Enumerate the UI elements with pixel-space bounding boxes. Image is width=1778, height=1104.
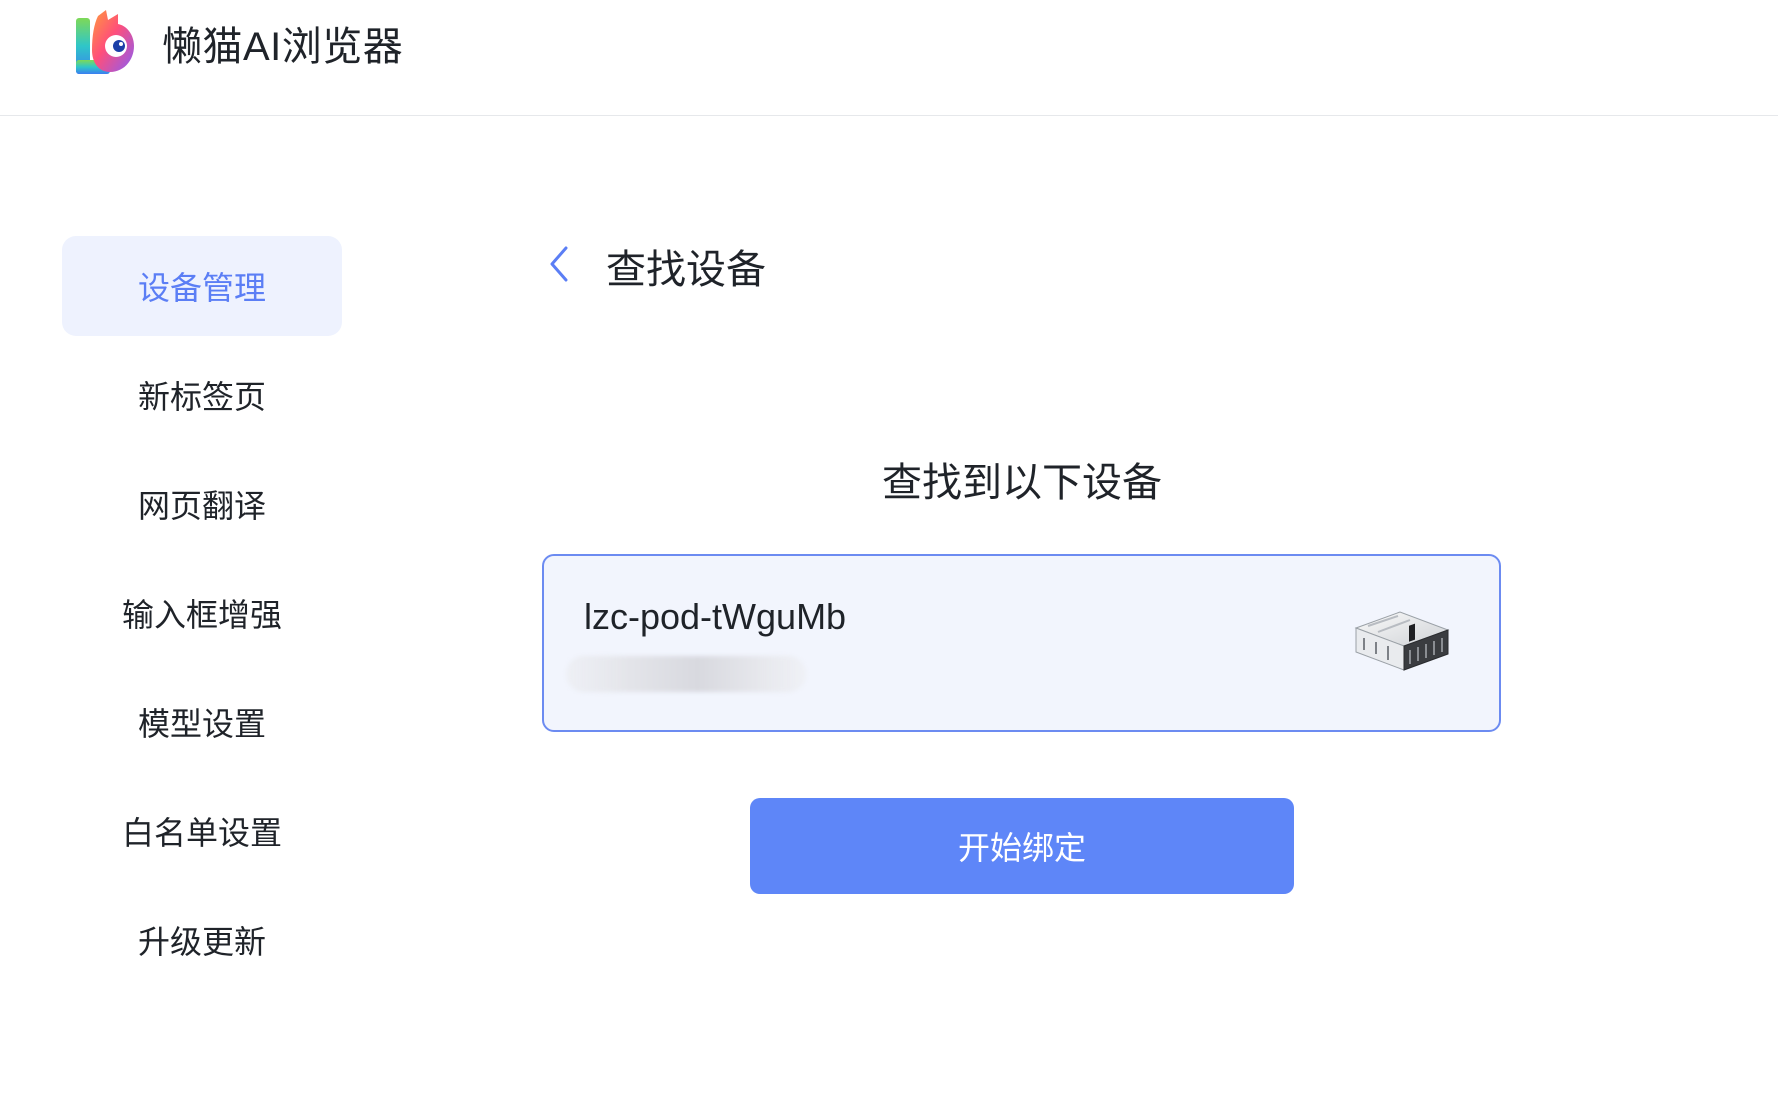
- device-name: lzc-pod-tWguMb: [584, 596, 847, 637]
- sidebar-item-new-tab[interactable]: 新标签页: [62, 345, 342, 445]
- page-header: 查找设备: [540, 236, 766, 296]
- sidebar-item-label: 升级更新: [137, 924, 266, 960]
- sidebar-item-label: 设备管理: [137, 270, 266, 306]
- device-info-redacted: [566, 656, 806, 692]
- sidebar-item-device-management[interactable]: 设备管理: [62, 236, 342, 336]
- sidebar-item-input-enhancement[interactable]: 输入框增强: [62, 563, 342, 663]
- lazycat-logo-icon: [76, 10, 134, 76]
- sidebar-item-label: 输入框增强: [121, 597, 282, 633]
- back-button[interactable]: [540, 236, 580, 296]
- sidebar-item-model-settings[interactable]: 模型设置: [62, 672, 342, 772]
- sidebar-item-upgrade-update[interactable]: 升级更新: [62, 890, 342, 990]
- sidebar-item-label: 新标签页: [137, 379, 266, 415]
- sidebar-item-label: 模型设置: [137, 706, 266, 742]
- sidebar-nav: 设备管理 新标签页 网页翻译 输入框增强 模型设置 白名单设置 升级更新: [62, 236, 342, 999]
- app-header: 懒猫AI浏览器: [0, 0, 1778, 116]
- sidebar-item-label: 白名单设置: [121, 815, 282, 851]
- device-card[interactable]: lzc-pod-tWguMb: [542, 554, 1501, 732]
- sidebar-item-whitelist-settings[interactable]: 白名单设置: [62, 781, 342, 881]
- app-title: 懒猫AI浏览器: [162, 25, 404, 69]
- device-hardware-icon: [1348, 606, 1452, 676]
- start-binding-button[interactable]: 开始绑定: [750, 798, 1294, 894]
- sidebar-item-label: 网页翻译: [137, 488, 266, 524]
- chevron-left-icon: [548, 244, 572, 289]
- sidebar-item-page-translation[interactable]: 网页翻译: [62, 454, 342, 554]
- page-title: 查找设备: [606, 248, 766, 292]
- found-devices-heading: 查找到以下设备: [882, 461, 1162, 505]
